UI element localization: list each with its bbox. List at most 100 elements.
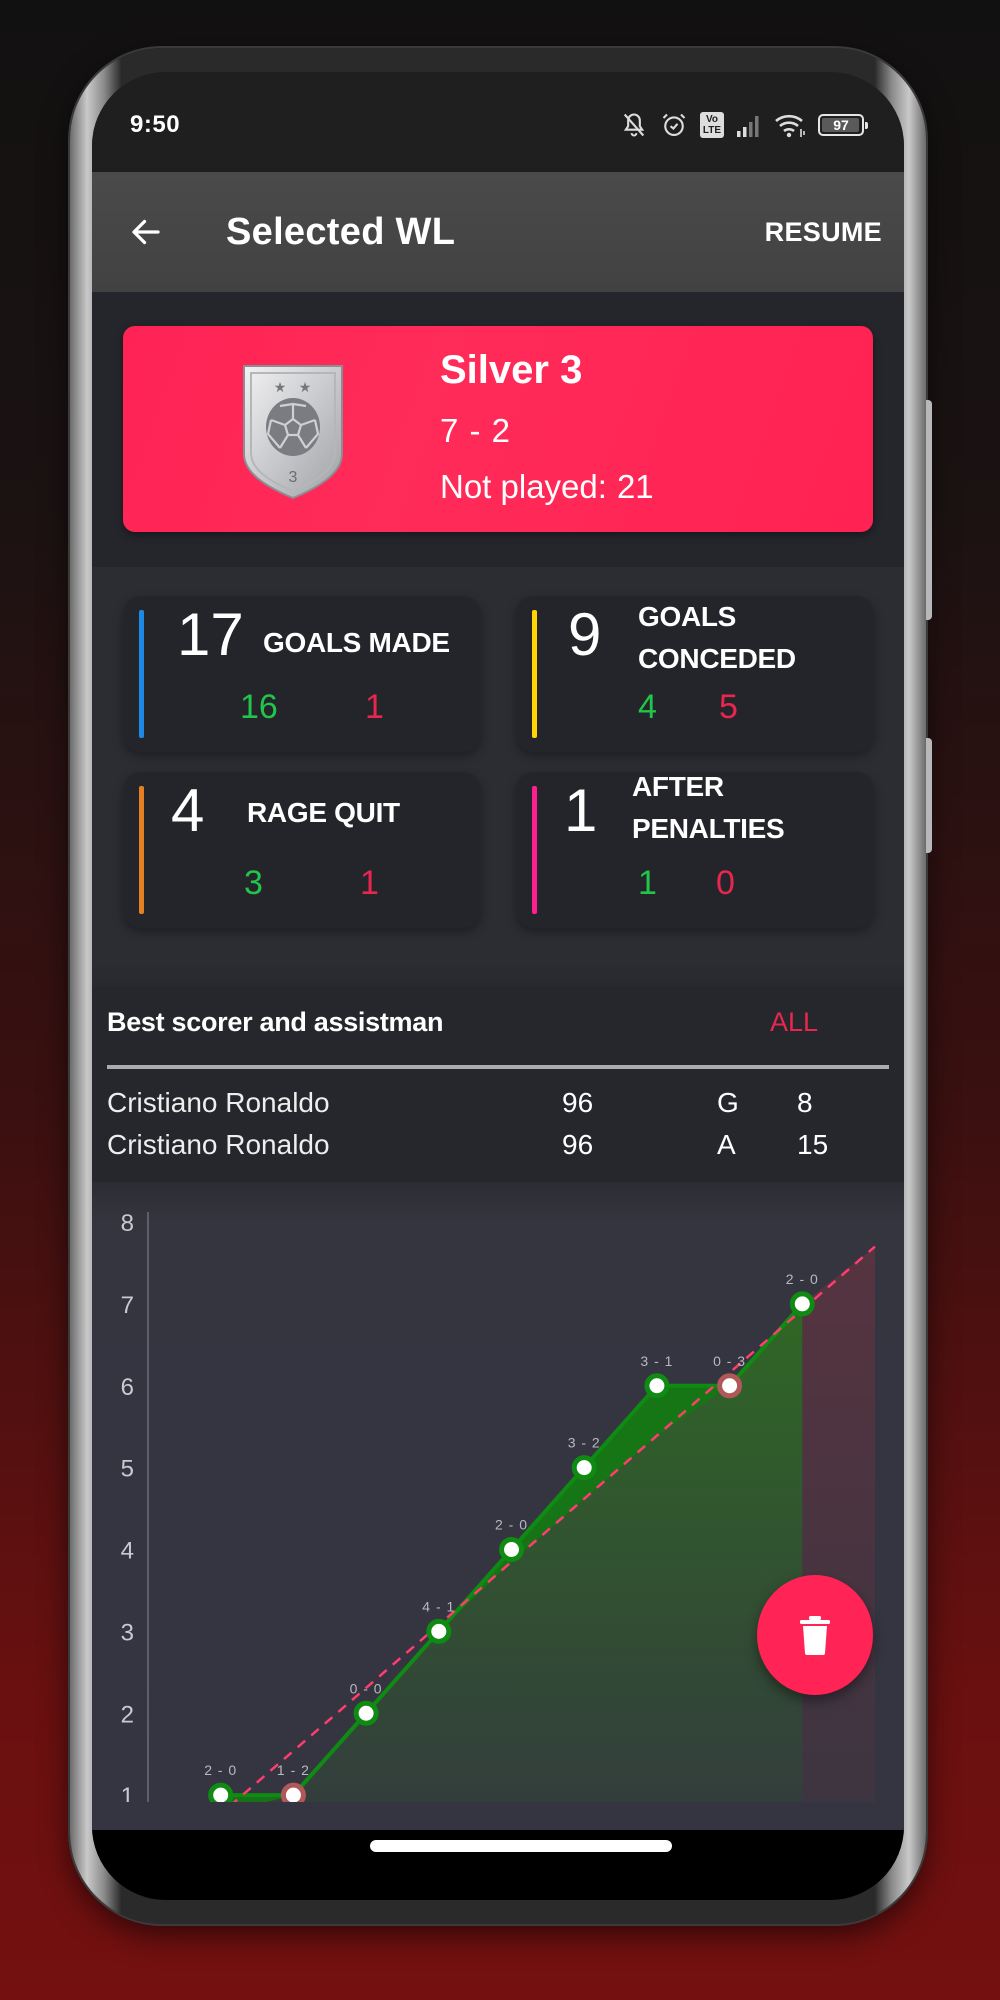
stat-value: 9 bbox=[568, 601, 602, 668]
stat-type: G bbox=[717, 1087, 739, 1118]
player-name: Cristiano Ronaldo bbox=[107, 1129, 330, 1160]
data-point-win bbox=[644, 1373, 670, 1399]
y-tick-label: 2 bbox=[121, 1701, 134, 1728]
scorer-row[interactable]: Cristiano Ronaldo 96 A 15 bbox=[107, 1129, 889, 1169]
volume-button bbox=[926, 400, 932, 620]
y-tick-label: 6 bbox=[121, 1374, 134, 1401]
rank-section: ★ ★ 3 Silver 3 7 - 2 Not played: 21 bbox=[92, 292, 904, 567]
stat-value: 17 bbox=[177, 601, 244, 668]
stat-card-goals-conceded: 9 GOALS CONCEDED 4 5 bbox=[516, 596, 874, 752]
not-played: Not played: 21 bbox=[440, 468, 654, 506]
not-played-value: 21 bbox=[616, 468, 654, 505]
data-label: 0 - 3 bbox=[713, 1353, 746, 1369]
content: ★ ★ 3 Silver 3 7 - 2 Not played: 21 17 G… bbox=[92, 292, 904, 1830]
svg-text:★: ★ bbox=[274, 380, 287, 396]
bell-off-icon bbox=[623, 113, 645, 137]
data-point-win bbox=[499, 1537, 524, 1562]
svg-text:★: ★ bbox=[299, 380, 312, 396]
progress-chart-svg: 01234567802468102 - 01 - 20 - 04 - 12 - … bbox=[121, 1210, 876, 1802]
alarm-icon bbox=[662, 113, 686, 136]
y-tick-label: 5 bbox=[121, 1456, 134, 1483]
wifi-icon bbox=[775, 114, 805, 138]
player-name: Cristiano Ronaldo bbox=[107, 1087, 330, 1118]
data-label: 0 - 0 bbox=[350, 1680, 383, 1696]
data-label: 3 - 1 bbox=[640, 1353, 673, 1369]
not-played-label: Not played: bbox=[440, 468, 607, 505]
data-label: 2 - 0 bbox=[495, 1517, 528, 1533]
stat-count: 8 bbox=[797, 1087, 813, 1118]
stat-losses: 1 bbox=[360, 864, 379, 902]
delete-button[interactable] bbox=[757, 1575, 873, 1695]
best-scorer-section: Best scorer and assistman ALL Cristiano … bbox=[92, 987, 904, 1182]
stat-losses: 1 bbox=[365, 688, 384, 726]
status-icons: Vo LTE 97 bbox=[620, 111, 868, 139]
app-bar: Selected WL RESUME bbox=[92, 172, 904, 292]
stat-value: 1 bbox=[564, 777, 598, 844]
stat-label: RAGE QUIT bbox=[247, 797, 400, 828]
player-rating: 96 bbox=[562, 1087, 594, 1118]
all-button[interactable]: ALL bbox=[770, 1007, 818, 1038]
page-title: Selected WL bbox=[226, 210, 456, 253]
back-button[interactable] bbox=[116, 202, 176, 262]
stat-wins: 4 bbox=[638, 688, 657, 726]
data-label: 4 - 1 bbox=[422, 1598, 455, 1614]
stat-wins: 16 bbox=[240, 688, 278, 726]
data-point-win bbox=[571, 1455, 597, 1481]
battery-percent: 97 bbox=[833, 117, 849, 133]
silver-shield-badge-icon: ★ ★ 3 bbox=[243, 365, 343, 500]
stat-label: GOALS MADE bbox=[263, 627, 450, 658]
progress-area bbox=[214, 1303, 803, 1802]
data-label: 2 - 0 bbox=[204, 1762, 237, 1778]
stat-losses: 5 bbox=[719, 688, 738, 726]
stat-losses: 0 bbox=[716, 864, 735, 902]
y-tick-label: 7 bbox=[121, 1292, 134, 1319]
remaining-region bbox=[802, 1246, 875, 1802]
data-point-loss bbox=[280, 1782, 306, 1802]
screen: 9:50 Vo LTE 97 Selected WL RESUME ★ ★ 3 … bbox=[92, 72, 904, 1900]
section-title: Best scorer and assistman bbox=[107, 1007, 444, 1037]
stat-wins: 1 bbox=[638, 864, 657, 902]
stat-label: AFTER PENALTIES bbox=[632, 771, 785, 844]
volte-icon: Vo LTE bbox=[700, 112, 724, 138]
stat-card-after-penalties: 1 AFTER PENALTIES 1 0 bbox=[516, 771, 874, 928]
data-point-win bbox=[426, 1618, 452, 1644]
arrow-left-icon bbox=[132, 219, 160, 245]
data-point-win bbox=[208, 1782, 234, 1802]
player-rating: 96 bbox=[562, 1129, 594, 1160]
data-label: 2 - 0 bbox=[786, 1271, 819, 1287]
data-label: 1 - 2 bbox=[277, 1762, 310, 1778]
stat-accent-bar bbox=[532, 786, 537, 914]
stat-wins: 3 bbox=[244, 864, 263, 902]
y-tick-label: 8 bbox=[121, 1210, 134, 1237]
badge-number: 3 bbox=[289, 469, 298, 486]
resume-button[interactable]: RESUME bbox=[765, 217, 882, 248]
navigation-bar bbox=[92, 1830, 904, 1900]
y-tick-label: 1 bbox=[121, 1783, 134, 1802]
stat-label: GOALS CONCEDED bbox=[638, 601, 796, 674]
signal-icon bbox=[737, 116, 759, 137]
y-tick-label: 4 bbox=[121, 1538, 134, 1565]
data-point-win bbox=[353, 1700, 379, 1726]
stat-accent-bar bbox=[139, 786, 144, 914]
stat-card-rage-quit: 4 RAGE QUIT 3 1 bbox=[123, 772, 481, 928]
power-button bbox=[926, 738, 932, 853]
data-label: 3 - 2 bbox=[568, 1435, 601, 1451]
data-point-win bbox=[789, 1291, 815, 1317]
y-tick-label: 3 bbox=[121, 1619, 134, 1646]
trash-icon bbox=[800, 1616, 830, 1655]
status-bar: 9:50 Vo LTE 97 bbox=[92, 72, 904, 172]
phone-frame: 9:50 Vo LTE 97 Selected WL RESUME ★ ★ 3 … bbox=[70, 48, 932, 1924]
rank-card[interactable]: ★ ★ 3 Silver 3 7 - 2 Not played: 21 bbox=[123, 326, 873, 532]
home-indicator[interactable] bbox=[370, 1840, 672, 1852]
stat-accent-bar bbox=[139, 610, 144, 738]
data-point-loss bbox=[717, 1373, 743, 1399]
divider bbox=[107, 1065, 889, 1069]
status-time: 9:50 bbox=[130, 111, 181, 138]
stat-value: 4 bbox=[171, 777, 205, 844]
scorer-row[interactable]: Cristiano Ronaldo 96 G 8 bbox=[107, 1087, 889, 1127]
stat-type: A bbox=[717, 1129, 736, 1160]
battery-icon: 97 bbox=[818, 114, 868, 136]
rank-name: Silver 3 bbox=[440, 348, 583, 392]
stat-count: 15 bbox=[797, 1129, 829, 1160]
progress-chart: 01234567802468102 - 01 - 20 - 04 - 12 - … bbox=[92, 1182, 904, 1830]
